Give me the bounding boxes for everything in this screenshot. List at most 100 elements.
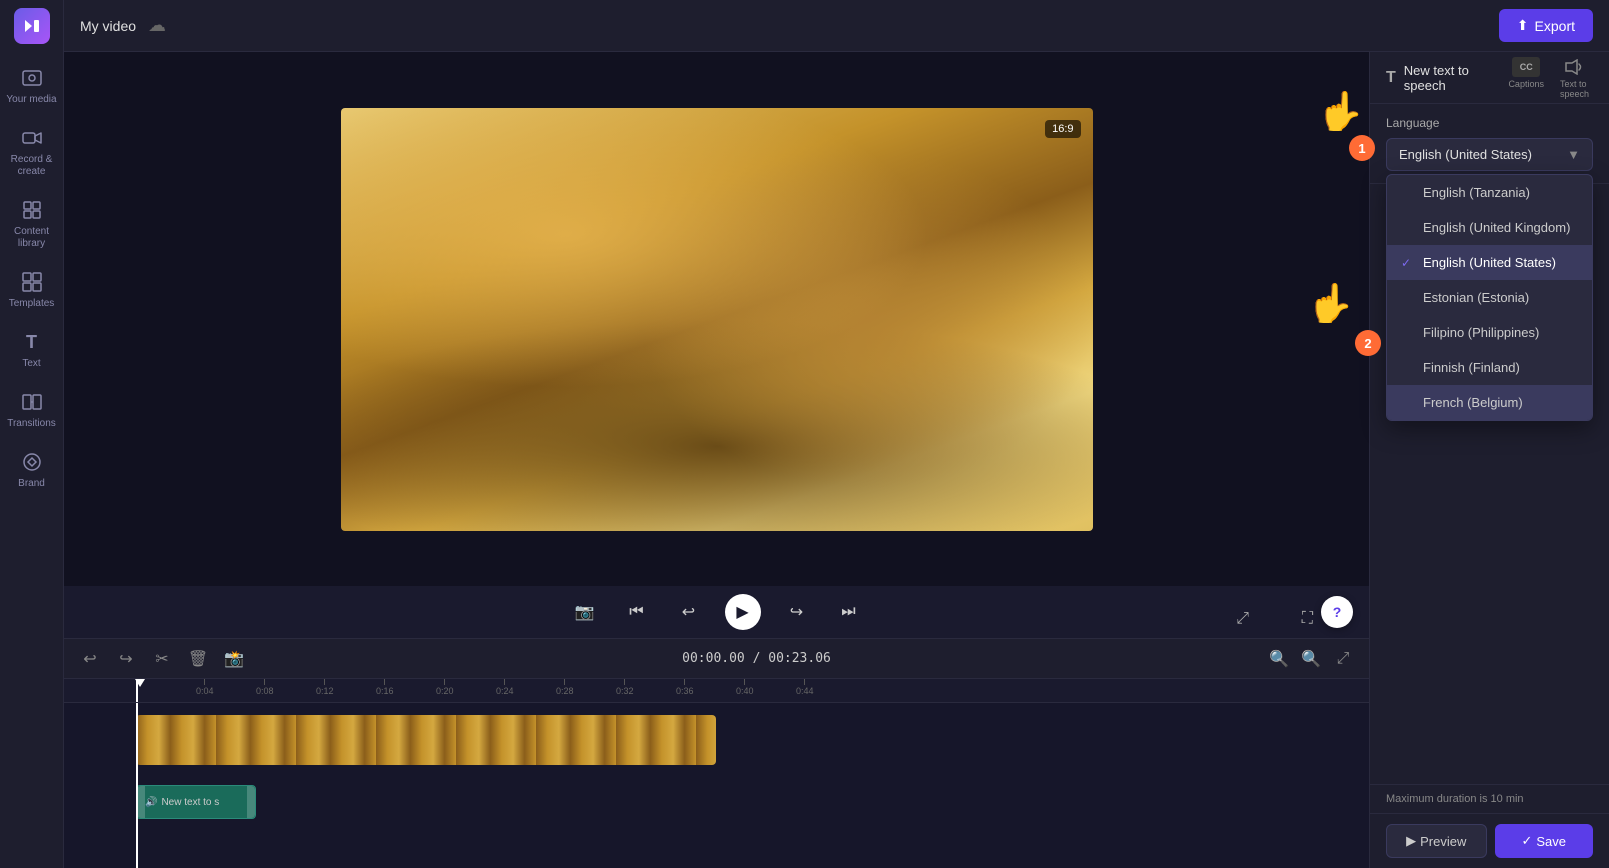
expand-button[interactable]: ⤢ xyxy=(1236,610,1249,628)
sidebar-item-label-record: Record &create xyxy=(11,154,53,178)
project-title: My video xyxy=(80,18,136,34)
camera-off-button[interactable]: 📷 xyxy=(569,596,601,628)
language-label: Language xyxy=(1386,116,1593,130)
sidebar-item-your-media[interactable]: Your media xyxy=(0,56,63,116)
video-frame xyxy=(341,108,1093,531)
delete-button[interactable]: 🗑 xyxy=(184,645,212,673)
captions-button[interactable]: CC Captions xyxy=(1504,53,1548,103)
text-to-speech-icon xyxy=(1560,57,1588,77)
skip-forward-button[interactable]: ⏭ xyxy=(833,596,865,628)
export-label: Export xyxy=(1535,18,1575,34)
cloud-save-icon: ☁ xyxy=(148,15,166,36)
undo-button[interactable]: ↩ xyxy=(76,645,104,673)
panel-footer: ▶ Preview ✓ Save xyxy=(1370,813,1609,868)
export-button[interactable]: ⬆ Export xyxy=(1499,9,1593,42)
sidebar-item-brand-kit[interactable]: Brand xyxy=(0,440,63,500)
dropdown-item-english-us[interactable]: ✓ English (United States) xyxy=(1387,245,1592,280)
sidebar: Your media Record &create Contentlibrary xyxy=(0,0,64,868)
cc-icon: CC xyxy=(1512,57,1540,77)
save-icon: ✓ xyxy=(1521,833,1532,849)
dropdown-item-finnish[interactable]: Finnish (Finland) xyxy=(1387,350,1592,385)
preview-icon: ▶ xyxy=(1406,833,1416,849)
dropdown-item-label: English (United States) xyxy=(1423,255,1556,270)
sidebar-item-record[interactable]: Record &create xyxy=(0,116,63,188)
sidebar-item-templates[interactable]: Templates xyxy=(0,260,63,320)
transitions-icon xyxy=(20,390,44,414)
dropdown-item-estonian[interactable]: Estonian (Estonia) xyxy=(1387,280,1592,315)
save-label: Save xyxy=(1536,834,1566,849)
audio-clip-icon: 🔊 xyxy=(145,797,157,808)
text-to-speech-button[interactable]: Text tospeech xyxy=(1556,53,1593,103)
app-logo[interactable] xyxy=(14,8,50,44)
dropdown-item-filipino[interactable]: Filipino (Philippines) xyxy=(1387,315,1592,350)
dropdown-item-label: Filipino (Philippines) xyxy=(1423,325,1539,340)
skip-back-button[interactable]: ⏮ xyxy=(621,596,653,628)
sidebar-item-label-transitions: Transitions xyxy=(7,418,56,430)
right-panel-actions: CC Captions Text tospeech xyxy=(1504,53,1593,103)
content-library-icon xyxy=(20,198,44,222)
save-button[interactable]: ✓ Save xyxy=(1495,824,1594,858)
cut-button[interactable]: ✂ xyxy=(148,645,176,673)
audio-drag-left[interactable] xyxy=(137,786,145,818)
selected-language: English (United States) xyxy=(1399,147,1532,162)
sidebar-item-label-your-media: Your media xyxy=(6,94,56,106)
content-row: 16:9 📷 ⏮ ↩ ▶ ↪ ⏭ ⤢ ⛶ ? ↩ ↪ ✂ xyxy=(64,52,1609,868)
right-panel: T New text to speech CC Captions xyxy=(1369,52,1609,868)
video-preview-container: 16:9 xyxy=(64,52,1369,586)
zoom-out-button[interactable]: 🔍 xyxy=(1265,645,1293,673)
language-select[interactable]: English (United States) ▼ xyxy=(1386,138,1593,171)
main-area: My video ☁ ⬆ Export 16:9 📷 ⏮ ↩ ▶ xyxy=(64,0,1609,868)
dropdown-item-label: Finnish (Finland) xyxy=(1423,360,1520,375)
current-time: 00:00.00 / 00:23.06 xyxy=(682,651,831,666)
right-panel-header: T New text to speech CC Captions xyxy=(1370,52,1609,104)
timeline-area: ↩ ↪ ✂ 🗑 📸 00:00.00 / 00:23.06 🔍 🔍 ⤢ xyxy=(64,638,1369,868)
language-dropdown-list: English (Tanzania) English (United Kingd… xyxy=(1386,174,1593,421)
your-media-icon xyxy=(20,66,44,90)
zoom-in-button[interactable]: 🔍 xyxy=(1297,645,1325,673)
dropdown-item-english-tanzania[interactable]: English (Tanzania) xyxy=(1387,175,1592,210)
export-icon: ⬆ xyxy=(1517,17,1529,34)
right-panel-title: New text to speech xyxy=(1404,63,1497,93)
video-track-row xyxy=(64,703,1369,773)
timeline-tracks: 🔊 New text to s xyxy=(64,703,1369,868)
sidebar-item-label-content-library: Contentlibrary xyxy=(14,226,49,250)
fullscreen-button[interactable]: ⛶ xyxy=(1302,610,1313,628)
dropdown-item-french-belgium[interactable]: French (Belgium) xyxy=(1387,385,1592,420)
audio-drag-right[interactable] xyxy=(247,786,255,818)
snapshot-button[interactable]: 📸 xyxy=(220,645,248,673)
audio-track-content: 🔊 New text to s xyxy=(136,777,1369,819)
play-button[interactable]: ▶ xyxy=(725,594,761,630)
dropdown-item-english-uk[interactable]: English (United Kingdom) xyxy=(1387,210,1592,245)
templates-icon xyxy=(20,270,44,294)
video-area: 16:9 📷 ⏮ ↩ ▶ ↪ ⏭ ⤢ ⛶ ? ↩ ↪ ✂ xyxy=(64,52,1369,868)
sidebar-item-content-library[interactable]: Contentlibrary xyxy=(0,188,63,260)
timeline-toolbar: ↩ ↪ ✂ 🗑 📸 00:00.00 / 00:23.06 🔍 🔍 ⤢ xyxy=(64,639,1369,679)
rewind-button[interactable]: ↩ xyxy=(673,596,705,628)
language-dropdown-container: English (United States) ▼ English (Tanza… xyxy=(1386,138,1593,171)
help-button[interactable]: ? xyxy=(1321,596,1353,628)
preview-label: Preview xyxy=(1420,834,1466,849)
sidebar-item-label-brand-kit: Brand xyxy=(18,478,45,490)
preview-button[interactable]: ▶ Preview xyxy=(1386,824,1487,858)
sidebar-item-text[interactable]: T Text xyxy=(0,320,63,380)
tts-label: Text tospeech xyxy=(1560,79,1589,99)
dropdown-item-label: French (Belgium) xyxy=(1423,395,1523,410)
max-duration-text: Maximum duration is 10 min xyxy=(1386,793,1524,805)
forward-button[interactable]: ↪ xyxy=(781,596,813,628)
audio-track-row: 🔊 New text to s xyxy=(64,773,1369,823)
top-bar: My video ☁ ⬆ Export xyxy=(64,0,1609,52)
video-preview: 16:9 xyxy=(341,108,1093,531)
check-icon: ✓ xyxy=(1401,256,1415,270)
video-clip[interactable] xyxy=(136,715,716,765)
redo-button[interactable]: ↪ xyxy=(112,645,140,673)
sidebar-item-transitions[interactable]: Transitions xyxy=(0,380,63,440)
fit-button[interactable]: ⤢ xyxy=(1329,645,1357,673)
aspect-ratio-badge: 16:9 xyxy=(1045,120,1080,138)
dropdown-item-label: Estonian (Estonia) xyxy=(1423,290,1529,305)
sidebar-item-label-text: Text xyxy=(22,358,40,370)
audio-clip[interactable]: 🔊 New text to s xyxy=(136,785,256,819)
max-duration-bar: Maximum duration is 10 min xyxy=(1370,784,1609,813)
record-icon xyxy=(20,126,44,150)
tts-header-icon: T xyxy=(1386,69,1396,87)
language-section: Language English (United States) ▼ Engli… xyxy=(1370,104,1609,184)
